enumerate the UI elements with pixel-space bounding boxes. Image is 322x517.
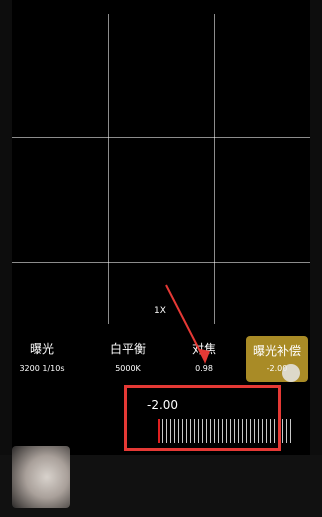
setting-exposure-compensation-label: 曝光补偿 xyxy=(252,344,301,358)
slider-tick xyxy=(282,419,283,443)
grid-line-horizontal-2 xyxy=(12,262,310,263)
grid-line-horizontal-1 xyxy=(12,137,310,138)
gallery-thumbnail[interactable] xyxy=(12,446,70,508)
setting-exposure-label: 曝光 xyxy=(29,342,54,356)
setting-white-balance[interactable]: 白平衡 5000K xyxy=(98,342,158,374)
setting-focus-label: 对焦 xyxy=(191,342,216,356)
slider-tick xyxy=(286,419,287,443)
grid-line-vertical-2 xyxy=(214,14,215,324)
setting-focus[interactable]: 对焦 0.98 xyxy=(174,342,234,374)
slider-tick xyxy=(290,419,291,443)
setting-focus-value: 0.98 xyxy=(195,364,213,373)
left-edge-strip xyxy=(0,0,12,517)
exposure-knob-handle[interactable] xyxy=(282,364,300,382)
setting-white-balance-label: 白平衡 xyxy=(109,342,146,356)
setting-exposure[interactable]: 曝光 3200 1/10s xyxy=(12,342,72,374)
setting-exposure-value: 3200 1/10s xyxy=(19,364,65,373)
annotation-highlight-box xyxy=(124,385,281,451)
setting-white-balance-value: 5000K xyxy=(115,364,141,373)
grid-line-vertical-1 xyxy=(108,14,109,324)
zoom-level-label[interactable]: 1X xyxy=(154,306,166,316)
camera-viewfinder[interactable]: 1X 曝光 3200 1/10s 白平衡 5000K 对焦 0.98 曝光补偿 … xyxy=(0,0,322,517)
right-edge-strip xyxy=(310,0,322,517)
